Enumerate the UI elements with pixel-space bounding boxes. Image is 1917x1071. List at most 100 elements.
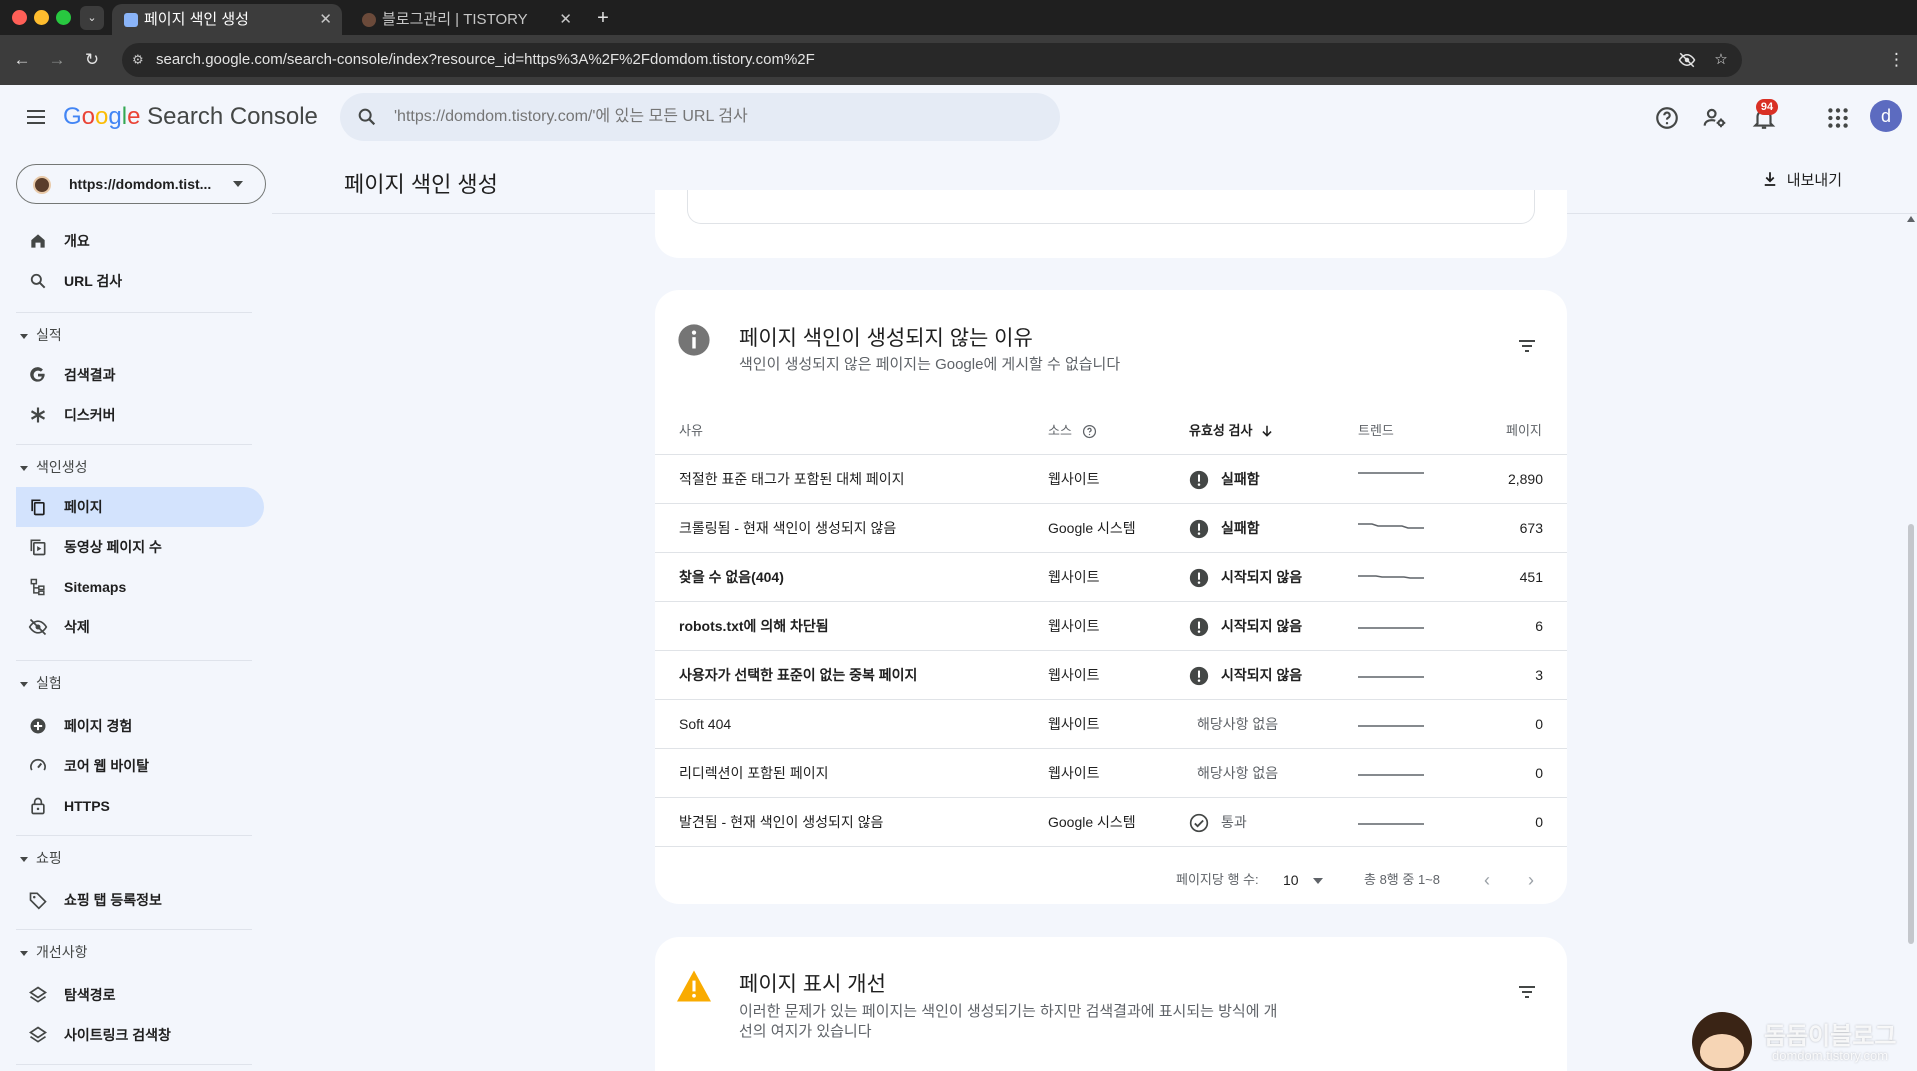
window-minimize-button[interactable] bbox=[34, 10, 49, 25]
back-button[interactable]: ← bbox=[10, 48, 34, 72]
trend-sparkline bbox=[1358, 725, 1424, 727]
trend-sparkline bbox=[1358, 627, 1424, 629]
avatar[interactable]: d bbox=[1870, 100, 1902, 132]
not-indexed-reasons-card: 페이지 색인이 생성되지 않는 이유 색인이 생성되지 않은 페이지는 Goog… bbox=[655, 290, 1567, 904]
nav-divider bbox=[16, 929, 252, 930]
table-row[interactable]: robots.txt에 의해 차단됨 웹사이트 시작되지 않음 6 bbox=[655, 602, 1567, 651]
layers-icon bbox=[28, 1025, 48, 1045]
column-header-pages[interactable]: 페이지 bbox=[1506, 407, 1542, 455]
tab-close-icon[interactable]: ✕ bbox=[559, 4, 572, 35]
sidebar-item-search-results[interactable]: 검색결과 bbox=[16, 355, 264, 395]
table-row[interactable]: 찾을 수 없음(404) 웹사이트 시작되지 않음 451 bbox=[655, 553, 1567, 602]
nav-divider bbox=[16, 835, 252, 836]
sidebar-item-core-web-vitals[interactable]: 코어 웹 바이탈 bbox=[16, 746, 264, 786]
next-page-icon[interactable]: › bbox=[1528, 856, 1534, 904]
sidebar-item-https[interactable]: HTTPS bbox=[16, 786, 264, 826]
sidebar-item-label: 개요 bbox=[64, 233, 90, 249]
sidebar-item-video-pages[interactable]: 동영상 페이지 수 bbox=[16, 527, 264, 567]
sidebar-item-breadcrumbs[interactable]: 탐색경로 bbox=[16, 975, 264, 1015]
sidebar-item-label: 삭제 bbox=[64, 619, 90, 635]
previous-page-icon[interactable]: ‹ bbox=[1484, 856, 1490, 904]
sidebar-item-overview[interactable]: 개요 bbox=[16, 221, 264, 261]
column-header-source[interactable]: 소스 bbox=[1048, 407, 1072, 455]
site-info-icon[interactable]: ⚙ bbox=[132, 52, 148, 68]
table-row[interactable]: 크롤링됨 - 현재 색인이 생성되지 않음 Google 시스템 실패함 673 bbox=[655, 504, 1567, 553]
notification-badge: 94 bbox=[1756, 99, 1778, 115]
tag-icon bbox=[28, 890, 48, 910]
nav-divider bbox=[16, 312, 252, 313]
filter-icon[interactable] bbox=[1515, 334, 1539, 358]
page-enhancement-card: 페이지 표시 개선 이러한 문제가 있는 페이지는 색인이 생성되기는 하지만 … bbox=[655, 937, 1567, 1071]
sidebar-item-discover[interactable]: 디스커버 bbox=[16, 395, 264, 435]
nav-section-indexing[interactable]: 색인생성 bbox=[20, 455, 88, 479]
nav-section-performance[interactable]: 실적 bbox=[20, 323, 62, 347]
apps-grid-icon[interactable] bbox=[1825, 105, 1851, 131]
watermark-title: 돔돔이블로그 bbox=[1764, 1023, 1897, 1050]
sidebar: https://domdom.tist... 개요 URL 검사 실적 검색결과… bbox=[0, 149, 272, 1071]
error-status-icon bbox=[1189, 617, 1209, 637]
sidebar-item-sitelinks-searchbox[interactable]: 사이트링크 검색창 bbox=[16, 1015, 264, 1055]
new-tab-button[interactable]: + bbox=[590, 4, 616, 32]
sidebar-item-shopping-tab[interactable]: 쇼핑 탭 등록정보 bbox=[16, 880, 264, 920]
forward-button[interactable]: → bbox=[45, 48, 69, 72]
export-label: 내보내기 bbox=[1786, 172, 1842, 189]
browser-tab[interactable]: 블로그관리 | TISTORY ✕ bbox=[350, 4, 582, 35]
info-icon bbox=[677, 323, 711, 357]
sitemap-icon bbox=[28, 577, 48, 597]
sidebar-item-url-inspection[interactable]: URL 검사 bbox=[16, 261, 264, 301]
export-button[interactable]: 내보내기 bbox=[1749, 163, 1854, 199]
column-header-validation[interactable]: 유효성 검사 bbox=[1189, 407, 1252, 455]
browser-tabstrip: ⌄ 페이지 색인 생성 ✕ 블로그관리 | TISTORY ✕ + bbox=[0, 0, 1917, 35]
tab-close-icon[interactable]: ✕ bbox=[319, 4, 332, 35]
sidebar-item-page-experience[interactable]: 페이지 경험 bbox=[16, 706, 264, 746]
section-title: 쇼핑 bbox=[36, 850, 62, 866]
scroll-up-arrow-icon[interactable] bbox=[1907, 216, 1915, 222]
bookmark-star-icon[interactable]: ☆ bbox=[1712, 51, 1730, 69]
address-url[interactable]: search.google.com/search-console/index?r… bbox=[156, 43, 815, 77]
window-close-button[interactable] bbox=[12, 10, 27, 25]
help-circle-icon[interactable] bbox=[1082, 424, 1097, 439]
tab-search-button[interactable]: ⌄ bbox=[80, 6, 104, 30]
sidebar-item-sitemaps[interactable]: Sitemaps bbox=[16, 567, 264, 607]
collapse-caret-icon bbox=[20, 856, 28, 862]
sort-arrow-down-icon[interactable] bbox=[1260, 424, 1274, 438]
section-title: 실험 bbox=[36, 675, 62, 691]
table-row[interactable]: Soft 404 웹사이트 해당사항 없음 0 bbox=[655, 700, 1567, 749]
rows-per-page-select[interactable]: 10 bbox=[1283, 856, 1323, 904]
table-row[interactable]: 발견됨 - 현재 색인이 생성되지 않음 Google 시스템 통과 0 bbox=[655, 798, 1567, 847]
table-row[interactable]: 적절한 표준 태그가 포함된 대체 페이지 웹사이트 실패함 2,890 bbox=[655, 455, 1567, 504]
pagination-range: 총 8행 중 1~8 bbox=[1364, 872, 1440, 887]
nav-section-experience[interactable]: 실험 bbox=[20, 671, 62, 695]
main-menu-icon[interactable] bbox=[24, 105, 48, 129]
browser-tab-active[interactable]: 페이지 색인 생성 ✕ bbox=[112, 4, 342, 35]
eye-off-icon[interactable] bbox=[1678, 51, 1696, 69]
scrollbar-thumb[interactable] bbox=[1908, 524, 1914, 944]
account-settings-icon[interactable] bbox=[1702, 105, 1728, 131]
sidebar-item-label: 코어 웹 바이탈 bbox=[64, 758, 150, 774]
browser-menu-icon[interactable]: ⋮ bbox=[1888, 48, 1905, 72]
window-maximize-button[interactable] bbox=[56, 10, 71, 25]
pages-count-cell: 2,890 bbox=[1507, 471, 1543, 487]
table-row[interactable]: 사용자가 선택한 표준이 없는 중복 페이지 웹사이트 시작되지 않음 3 bbox=[655, 651, 1567, 700]
sidebar-item-removals[interactable]: 삭제 bbox=[16, 607, 264, 647]
page-scrollbar[interactable] bbox=[1905, 214, 1917, 1071]
reason-cell: 찾을 수 없음(404) bbox=[679, 569, 784, 585]
url-inspection-search[interactable] bbox=[340, 93, 1060, 141]
reason-cell: robots.txt에 의해 차단됨 bbox=[679, 618, 829, 634]
table-row[interactable]: 리디렉션이 포함된 페이지 웹사이트 해당사항 없음 0 bbox=[655, 749, 1567, 798]
validation-cell: 실패함 bbox=[1221, 520, 1260, 536]
nav-divider bbox=[16, 444, 252, 445]
search-console-favicon-icon bbox=[124, 13, 138, 27]
search-input[interactable] bbox=[394, 93, 1034, 141]
nav-section-enhancements[interactable]: 개선사항 bbox=[20, 940, 88, 964]
filter-icon[interactable] bbox=[1515, 980, 1539, 1004]
help-icon[interactable] bbox=[1654, 105, 1680, 131]
nav-section-shopping[interactable]: 쇼핑 bbox=[20, 846, 62, 870]
sidebar-item-pages[interactable]: 페이지 bbox=[16, 487, 264, 527]
trend-sparkline bbox=[1358, 523, 1424, 529]
property-selector[interactable]: https://domdom.tist... bbox=[16, 164, 266, 204]
address-bar[interactable]: ⚙ search.google.com/search-console/index… bbox=[122, 43, 1742, 77]
column-header-reason[interactable]: 사유 bbox=[679, 407, 703, 455]
search-console-logo[interactable]: Google Search Console bbox=[63, 103, 318, 131]
reload-button[interactable]: ↻ bbox=[80, 48, 104, 72]
